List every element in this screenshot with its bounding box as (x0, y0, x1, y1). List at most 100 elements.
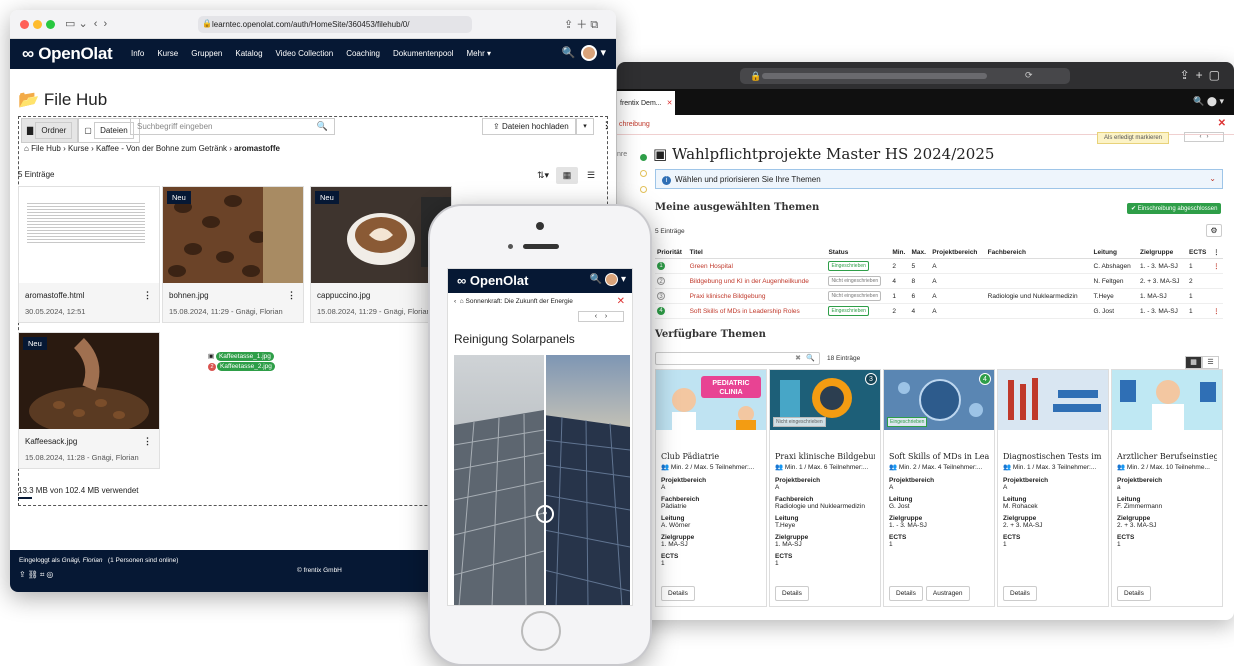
breadcrumb-item[interactable]: File Hub (31, 144, 61, 153)
more-options-icon[interactable]: ⋮ (1211, 246, 1223, 259)
file-name[interactable]: bohnen.jpg (169, 291, 209, 300)
file-card[interactable]: Neu Kaffeesack.jpg 15.08.2024, 11:28 - Gnä… (18, 332, 160, 469)
grid-view-icon[interactable]: ▦ (556, 167, 578, 184)
close-icon[interactable]: ✕ (667, 100, 673, 107)
list-view-icon[interactable]: ☰ (580, 167, 602, 184)
slider-handle[interactable]: ‹› (536, 505, 554, 523)
browser-actions[interactable]: ⇪ ＋ ⧉ (564, 16, 598, 32)
nav-item[interactable]: Video Collection (276, 49, 334, 58)
nav-item[interactable]: Info (131, 49, 144, 58)
topic-image[interactable] (1112, 370, 1222, 430)
table-row[interactable]: 2 Bildgebung und KI in der Augenheilkunde… (655, 273, 1223, 289)
nav-item[interactable]: Katalog (235, 49, 262, 58)
row-menu-icon[interactable]: ⋮ (1211, 303, 1223, 319)
topic-title[interactable]: Praxi klinische Bildgebung (687, 288, 827, 304)
column-header[interactable]: Projektbereich (930, 246, 986, 259)
user-menu[interactable]: 🔍 ⬤ ▾ (1193, 96, 1224, 107)
file-name[interactable]: aromastoffe.html (25, 291, 84, 300)
search-input[interactable]: ✖ 🔍 (655, 352, 820, 365)
details-button[interactable]: Details (1003, 586, 1037, 601)
table-row[interactable]: 3 Praxi klinische Bildgebung Nicht eingesc… (655, 288, 1223, 304)
minimize-window-button[interactable] (33, 20, 42, 29)
details-button[interactable]: Details (661, 586, 695, 601)
before-after-image[interactable]: ‹› (454, 355, 630, 605)
column-header[interactable]: Leitung (1091, 246, 1138, 259)
breadcrumb-item[interactable]: Kurse (68, 144, 89, 153)
column-header[interactable]: Priorität (655, 246, 688, 259)
topic-image[interactable]: 3 Nicht eingeschrieben (770, 370, 880, 430)
nav-item[interactable]: Gruppen (191, 49, 222, 58)
row-menu-icon[interactable]: ⋮ (1211, 258, 1223, 274)
topic-title[interactable]: Praxi klinische Bildgebung (775, 452, 875, 461)
list-view-icon[interactable]: ☰ (1202, 356, 1219, 369)
topic-image[interactable]: 4 Eingeschrieben (884, 370, 994, 430)
nav-item[interactable]: Mehr ▾ (467, 49, 491, 58)
info-box[interactable]: i Wählen und priorisieren Sie Ihre Themen… (655, 169, 1223, 189)
table-row[interactable]: 4 Soft Skills of MDs in Leadership Roles E… (655, 303, 1223, 319)
breadcrumb-item[interactable]: Kaffee - Von der Bohne zum Getränk (96, 144, 227, 153)
topic-title[interactable]: Soft Skills of MDs in Leadership Roles (687, 303, 827, 319)
prev-next-buttons[interactable]: ‹ › (1184, 132, 1224, 142)
more-options-icon[interactable]: ⋮ (143, 436, 152, 447)
topic-card[interactable]: Ärztlicher Berufseinstieg 👥 Min. 2 / Max.… (1111, 369, 1223, 607)
search-icon[interactable]: 🔍 (317, 121, 328, 132)
address-bar[interactable]: 🔒 ⟳ (740, 68, 1070, 84)
file-thumbnail[interactable]: Neu (163, 187, 303, 283)
topic-card[interactable]: 3 Nicht eingeschrieben Praxi klinische Bil… (769, 369, 881, 607)
more-options-icon[interactable]: ⋮ (143, 290, 152, 301)
table-row[interactable]: 1 Green Hospital Eingeschrieben 2 5 A C. Absha… (655, 258, 1223, 274)
folders-tab[interactable]: ▇ Ordner (21, 118, 79, 143)
prev-next-buttons[interactable]: ‹ › (578, 311, 624, 322)
file-thumbnail[interactable]: Neu (19, 333, 159, 429)
home-button[interactable] (521, 611, 561, 651)
file-thumbnail[interactable] (19, 187, 159, 283)
topic-image[interactable]: PEDIATRICCLINIAPEDIATRIC CLINIA (656, 370, 766, 430)
description-link[interactable]: chreibung (619, 121, 650, 128)
chevron-down-icon[interactable]: ▾ (576, 118, 594, 135)
openolat-logo[interactable]: ∞ OpenOlat (22, 44, 113, 64)
avatar[interactable] (581, 45, 598, 61)
column-header[interactable]: Max. (909, 246, 931, 259)
leave-button[interactable]: Austragen (925, 586, 970, 601)
topic-card[interactable]: Diagnostischen Tests im kl... 👥 Min. 1 / … (997, 369, 1109, 607)
file-card[interactable]: Neu bohnen.jpg 15.08.2024, 11:29 - Gnägi, … (162, 186, 304, 323)
view-toggle[interactable]: ▦ ☰ (1185, 351, 1219, 369)
column-header[interactable]: Fachbereich (985, 246, 1092, 259)
gear-icon[interactable]: ⚙ (1206, 224, 1222, 237)
column-header[interactable]: Min. (890, 246, 910, 259)
openolat-logo[interactable]: ∞ OpenOlat (457, 273, 528, 288)
footer-icons[interactable]: ⇪⛓⌗◎ (19, 570, 55, 580)
close-window-button[interactable] (20, 20, 29, 29)
file-name[interactable]: cappuccino.jpg (317, 291, 370, 300)
reload-icon[interactable]: ⟳ (1025, 70, 1033, 81)
topic-title[interactable]: Diagnostischen Tests im kl... (1003, 452, 1103, 461)
nav-item[interactable]: Coaching (346, 49, 380, 58)
search-icon[interactable]: 🔍 (562, 47, 576, 59)
course-tab[interactable]: frentix Dem... ✕ (617, 91, 675, 115)
file-card[interactable]: aromastoffe.html 30.05.2024, 12:51 ⋮ (18, 186, 160, 323)
column-header[interactable]: Status (826, 246, 891, 259)
close-icon[interactable]: ✕ (1218, 118, 1226, 129)
more-options-icon[interactable]: ⋮ (602, 120, 611, 131)
topic-title[interactable]: Green Hospital (687, 258, 827, 274)
search-icon[interactable]: 🔍 (806, 354, 815, 362)
grid-view-icon[interactable]: ▦ (1185, 356, 1202, 369)
file-name[interactable]: Kaffeesack.jpg (25, 437, 77, 446)
topic-title[interactable]: Club Pädiatrie (661, 452, 761, 461)
login-user[interactable]: Gnägi, Florian (62, 557, 103, 564)
home-icon[interactable]: ⌂ (24, 144, 31, 153)
close-icon[interactable]: ✕ (617, 296, 625, 307)
topic-title[interactable]: Bildgebung und KI in der Augenheilkunde (687, 273, 827, 289)
online-count[interactable]: (1 Personen sind online) (108, 557, 178, 564)
browser-actions[interactable]: ⇪+▢ (1180, 68, 1226, 82)
more-options-icon[interactable]: ⋮ (287, 290, 296, 301)
home-icon[interactable]: ⌂ (460, 298, 464, 305)
topic-title[interactable]: Soft Skills of MDs in Leade... (889, 452, 989, 461)
topic-image[interactable] (998, 370, 1108, 430)
row-menu-icon[interactable] (1211, 273, 1223, 289)
chevron-down-icon[interactable]: ⌄ (1209, 174, 1216, 183)
sort-icon[interactable]: ⇅▾ (532, 167, 554, 184)
details-button[interactable]: Details (775, 586, 809, 601)
address-bar[interactable]: 🔒 learntec.openolat.com/auth/HomeSite/36… (198, 16, 472, 33)
search-icon[interactable]: 🔍 (590, 274, 602, 285)
